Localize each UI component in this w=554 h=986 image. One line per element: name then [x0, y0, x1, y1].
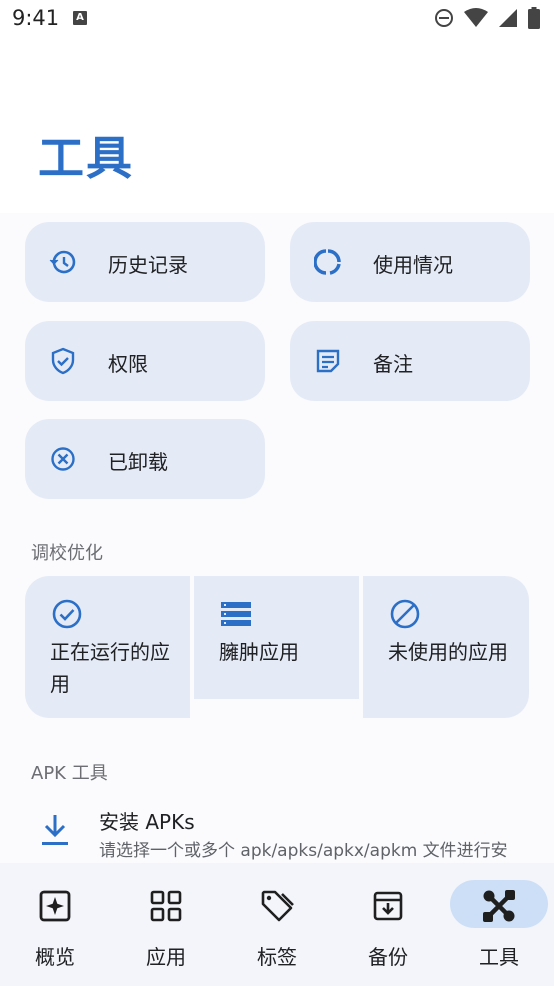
- unused-apps-label: 未使用的应用: [388, 640, 508, 664]
- status-bar: 9:41 A: [0, 0, 554, 40]
- bloatware-label: 臃肿应用: [219, 640, 299, 664]
- optimization-section-title: 调校优化: [31, 543, 103, 564]
- tool-permissions-label: 权限: [108, 352, 148, 376]
- running-apps-button[interactable]: 正在运行的应用: [25, 576, 190, 718]
- shield-icon: [51, 347, 75, 375]
- history-icon: [49, 250, 76, 274]
- nav-apps[interactable]: 应用: [111, 863, 221, 986]
- list-icon: [221, 602, 251, 626]
- install-apks-description: 请选择一个或多个 apk/apks/apkx/apkm 文件进行安: [99, 841, 508, 861]
- nav-tags-label: 标签: [257, 945, 297, 969]
- overview-icon: [39, 890, 71, 922]
- block-icon: [390, 599, 420, 629]
- nav-tools[interactable]: 工具: [444, 863, 554, 986]
- note-icon: [316, 349, 340, 373]
- bloatware-button[interactable]: 臃肿应用: [194, 576, 359, 699]
- nav-overview-label: 概览: [35, 945, 75, 969]
- uninstalled-icon: [51, 447, 75, 471]
- archive-icon: [373, 891, 403, 921]
- check-circle-icon: [52, 599, 82, 629]
- install-apks-item[interactable]: 安装 APKs 请选择一个或多个 apk/apks/apkx/apkm 文件进行…: [0, 803, 554, 863]
- nav-backup[interactable]: 备份: [333, 863, 443, 986]
- apk-tools-section-title: APK 工具: [31, 763, 108, 784]
- nav-overview[interactable]: 概览: [0, 863, 110, 986]
- tag-icon: [261, 890, 294, 922]
- nav-apps-label: 应用: [146, 945, 186, 969]
- tool-uninstalled-button[interactable]: 已卸载: [25, 419, 265, 499]
- tools-content[interactable]: 历史记录 使用情况 权限 备注 已卸载 调校优化 正在运行的应用 臃肿应用 未使…: [0, 213, 554, 863]
- tool-history-label: 历史记录: [108, 253, 188, 277]
- running-apps-label: 正在运行的应用: [50, 640, 170, 696]
- tool-uninstalled-label: 已卸载: [108, 450, 168, 474]
- tool-permissions-button[interactable]: 权限: [25, 321, 265, 401]
- usage-icon: [314, 249, 341, 275]
- status-icons: [434, 6, 540, 30]
- signal-icon: [499, 9, 517, 27]
- bottom-navigation: 概览 应用 标签 备份 工具: [0, 863, 554, 986]
- tool-notes-label: 备注: [373, 352, 413, 376]
- tool-usage-label: 使用情况: [373, 253, 453, 277]
- tool-usage-button[interactable]: 使用情况: [290, 222, 530, 302]
- do-not-disturb-icon: [435, 9, 453, 27]
- status-time: 9:41: [12, 6, 60, 30]
- download-icon: [42, 815, 68, 845]
- battery-icon: [528, 7, 540, 29]
- tool-history-button[interactable]: 历史记录: [25, 222, 265, 302]
- install-apks-title: 安装 APKs: [99, 810, 195, 834]
- unused-apps-button[interactable]: 未使用的应用: [363, 576, 529, 718]
- nav-backup-label: 备份: [368, 945, 408, 969]
- page-title: 工具: [38, 131, 134, 185]
- nav-tags[interactable]: 标签: [222, 863, 332, 986]
- notification-a-icon: A: [73, 11, 87, 25]
- grid-icon: [150, 890, 182, 922]
- tools-icon: [483, 890, 515, 922]
- wifi-icon: [464, 8, 488, 27]
- tool-notes-button[interactable]: 备注: [290, 321, 530, 401]
- nav-tools-label: 工具: [479, 945, 519, 969]
